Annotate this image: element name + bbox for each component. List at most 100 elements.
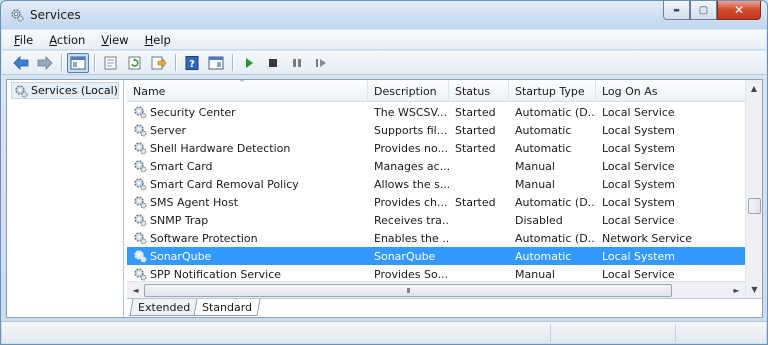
service-name: Smart Card [150,159,213,173]
service-name: Software Protection [150,231,258,245]
column-header-log-on-as[interactable]: Log On As [596,80,745,102]
service-gear-icon [134,268,147,281]
table-row[interactable]: Server Supports fil... Started Automatic Loc… [127,121,745,139]
service-gear-icon [134,232,147,245]
close-icon: ✕ [733,3,745,17]
scroll-right-icon[interactable]: ► [728,282,745,299]
pause-service-button[interactable] [286,53,308,73]
menu-view-label: iew [108,32,129,47]
menu-view[interactable]: View [99,33,130,47]
help-icon: ? [185,55,199,70]
scroll-grip-icon: III [406,286,410,295]
maximize-button[interactable]: ▢ [690,1,717,20]
table-row[interactable]: SMS Agent Host Provides ch... Started Autom… [127,193,745,211]
menu-action-accel: A [49,32,57,47]
service-gear-icon [134,178,147,191]
service-startup-type: Manual [515,177,555,191]
main-content: Services (Local) Name ^ Description Stat… [6,79,763,318]
menu-file[interactable]: File [12,33,35,47]
close-button[interactable]: ✕ [717,1,761,20]
service-gear-icon [134,214,147,227]
service-name-cell: Server [127,123,368,137]
export-list-button[interactable] [148,53,170,73]
menu-action-label: ction [56,32,86,47]
service-gear-icon [134,250,147,263]
service-log-on-as: Network Service [602,231,693,245]
table-row[interactable]: Security Center The WSCSV... Started Automa… [127,103,745,121]
table-row[interactable]: SonarQube SonarQube Automatic Local System [127,247,745,265]
menu-help[interactable]: Help [143,33,173,47]
column-header-log-on-as-label: Log On As [602,84,658,98]
status-bar [2,321,766,343]
column-header-startup-type[interactable]: Startup Type [509,80,596,102]
forward-arrow-icon [37,55,53,70]
tree-node-services-local[interactable]: Services (Local) [11,82,119,99]
services-list-pane: Name ^ Description Status Startup Type L… [127,79,762,317]
service-name: Shell Hardware Detection [150,141,291,155]
table-row[interactable]: Shell Hardware Detection Provides no... St… [127,139,745,157]
properties-button[interactable] [100,53,122,73]
horizontal-scrollbar[interactable]: ◄ III ► [127,281,745,298]
refresh-button[interactable] [124,53,146,73]
start-service-button[interactable] [238,53,260,73]
show-hide-action-pane-icon [208,56,224,69]
title-bar[interactable]: Services ▬ ▢ ✕ [1,1,767,29]
forward-button[interactable] [34,53,56,73]
column-header-status[interactable]: Status [449,80,509,102]
service-gear-icon [134,160,147,173]
properties-icon [104,56,117,69]
column-header-description-label: Description [374,84,437,98]
table-row[interactable]: Software Protection Enables the ... Automa… [127,229,745,247]
back-button[interactable] [10,53,32,73]
service-name-cell: SMS Agent Host [127,195,368,209]
column-header-startup-type-label: Startup Type [515,84,585,98]
service-status: Started [455,105,496,119]
table-row[interactable]: SNMP Trap Receives tra... Disabled Local Se… [127,211,745,229]
services-window: Services ▬ ▢ ✕ File Action View Help ? S… [0,0,768,345]
pause-service-icon [293,58,301,67]
scroll-down-icon[interactable]: ▼ [746,281,763,298]
service-status: Started [455,141,496,155]
services-table-body: Security Center The WSCSV... Started Automa… [127,103,745,283]
service-name: Security Center [150,105,236,119]
service-name: SPP Notification Service [150,267,282,281]
restart-service-button[interactable] [310,53,332,73]
help-button[interactable]: ? [181,53,203,73]
view-tabs: Extended Standard [127,298,762,317]
services-gear-icon [11,9,24,22]
service-name: SMS Agent Host [150,195,239,209]
minimize-button[interactable]: ▬ [663,1,690,20]
vertical-scrollbar[interactable]: ▲ ▼ [745,80,762,298]
service-description: Provides ch... [374,195,448,209]
column-header-name-label: Name [133,84,166,98]
stop-service-button[interactable] [262,53,284,73]
scroll-up-icon[interactable]: ▲ [746,80,762,97]
start-service-icon [246,57,253,68]
vertical-scroll-thumb[interactable] [748,198,761,214]
toolbar-separator [61,54,62,71]
horizontal-scroll-thumb[interactable]: III [144,284,672,297]
back-arrow-icon [13,55,29,70]
menu-help-label: elp [153,32,171,47]
service-log-on-as: Local Service [602,159,675,173]
service-name: Server [150,123,187,137]
column-header-status-label: Status [455,84,491,98]
show-hide-action-pane-button[interactable] [205,53,227,73]
tab-standard[interactable]: Standard [193,299,261,316]
service-log-on-as: Local System [602,195,676,209]
table-row[interactable]: Smart Card Manages ac... Manual Local Servi… [127,157,745,175]
menu-action[interactable]: Action [47,33,87,47]
column-header-name[interactable]: Name ^ [127,79,368,102]
tab-extended[interactable]: Extended [129,299,199,316]
column-header-row: Name ^ Description Status Startup Type L… [127,79,745,102]
show-hide-console-tree-button[interactable] [67,52,89,73]
sort-ascending-icon: ^ [239,79,245,87]
scroll-left-icon[interactable]: ◄ [127,282,144,299]
service-name-cell: SNMP Trap [127,213,368,227]
service-gear-icon [134,196,147,209]
menu-help-accel: H [144,32,154,47]
service-name-cell: Software Protection [127,231,368,245]
table-row[interactable]: Smart Card Removal Policy Allows the s...… [127,175,745,193]
column-header-description[interactable]: Description [368,80,449,102]
toolbar-separator [232,54,233,71]
